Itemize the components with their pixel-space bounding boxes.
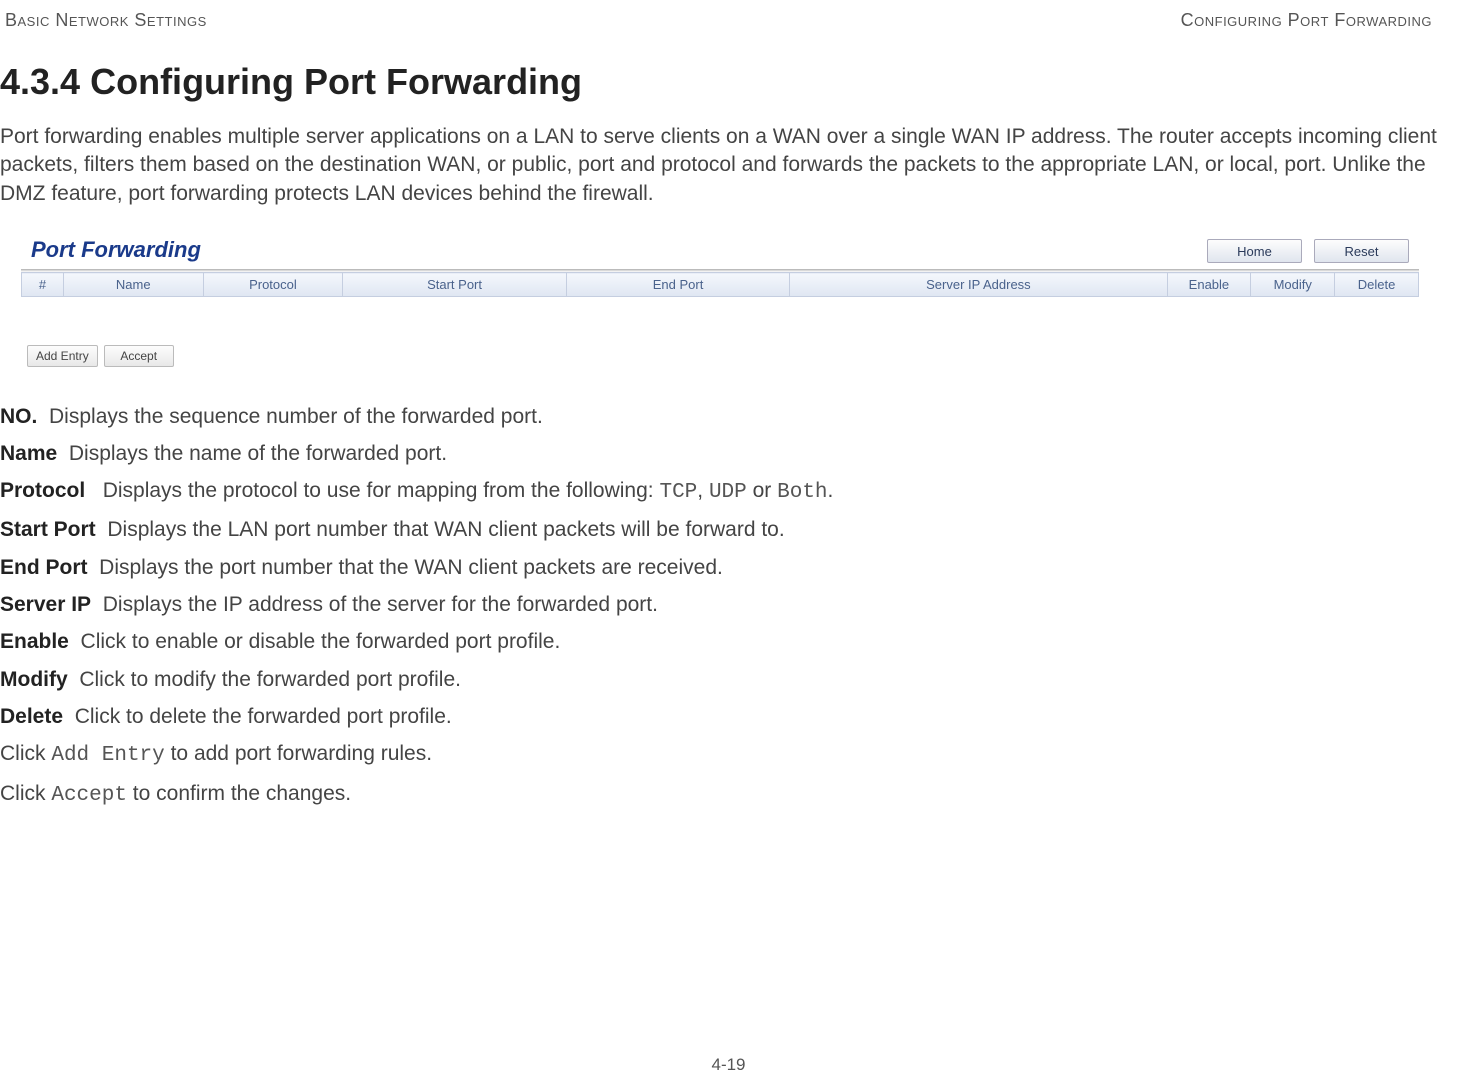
def-no: NO. Displays the sequence number of the … <box>0 403 1437 430</box>
mono: Add Entry <box>51 744 164 767</box>
ui-top-buttons: Home Reset <box>1207 239 1409 263</box>
col-enable: Enable <box>1167 273 1251 297</box>
section-heading: Configuring Port Forwarding <box>90 61 582 102</box>
def-term: Protocol <box>0 479 85 502</box>
page-header: Basic Network Settings Configuring Port … <box>0 10 1437 31</box>
def-delete: Delete Click to delete the forwarded por… <box>0 703 1437 730</box>
def-start-port: Start Port Displays the LAN port number … <box>0 516 1437 543</box>
sep: , <box>697 479 709 502</box>
section-number: 4.3.4 <box>0 61 80 102</box>
def-server-ip: Server IP Displays the IP address of the… <box>0 591 1437 618</box>
page-number: 4-19 <box>711 1055 745 1075</box>
def-term: Modify <box>0 668 68 691</box>
col-protocol: Protocol <box>203 273 343 297</box>
intro-paragraph: Port forwarding enables multiple server … <box>0 123 1437 208</box>
col-name: Name <box>63 273 203 297</box>
ui-header: Port Forwarding Home Reset <box>21 229 1419 269</box>
def-desc: Displays the name of the forwarded port. <box>69 442 447 465</box>
reset-button[interactable]: Reset <box>1314 239 1409 263</box>
def-end-port: End Port Displays the port number that t… <box>0 554 1437 581</box>
field-definitions: NO. Displays the sequence number of the … <box>0 403 1437 809</box>
add-entry-button[interactable]: Add Entry <box>27 345 98 367</box>
accept-button[interactable]: Accept <box>104 345 174 367</box>
def-term: Name <box>0 442 57 465</box>
sep: or <box>747 479 777 502</box>
def-name: Name Displays the name of the forwarded … <box>0 440 1437 467</box>
table-header-row: # Name Protocol Start Port End Port Serv… <box>22 273 1419 297</box>
def-desc: Displays the protocol to use for mapping… <box>103 479 660 502</box>
def-protocol: Protocol Displays the protocol to use fo… <box>0 477 1437 506</box>
def-desc: Displays the LAN port number that WAN cl… <box>107 518 784 541</box>
def-term: Server IP <box>0 593 91 616</box>
def-term: Enable <box>0 630 69 653</box>
proto-both: Both <box>777 481 827 504</box>
def-modify: Modify Click to modify the forwarded por… <box>0 666 1437 693</box>
col-ip: Server IP Address <box>790 273 1167 297</box>
mono: Accept <box>51 784 127 807</box>
def-desc: Click to delete the forwarded port profi… <box>75 705 452 728</box>
def-term: Delete <box>0 705 63 728</box>
def-term: End Port <box>0 556 88 579</box>
ui-title: Port Forwarding <box>31 237 201 263</box>
port-forwarding-ui: Port Forwarding Home Reset # Name Protoc… <box>20 228 1420 378</box>
port-forwarding-table: # Name Protocol Start Port End Port Serv… <box>21 272 1419 337</box>
col-start: Start Port <box>343 273 567 297</box>
section-title: 4.3.4 Configuring Port Forwarding <box>0 61 1437 103</box>
tail: . <box>828 479 834 502</box>
header-left: Basic Network Settings <box>5 10 207 31</box>
proto-tcp: TCP <box>659 481 697 504</box>
action-accept: Click Accept to confirm the changes. <box>0 780 1437 809</box>
col-modify: Modify <box>1251 273 1335 297</box>
post: to confirm the changes. <box>127 782 351 805</box>
post: to add port forwarding rules. <box>165 742 432 765</box>
def-desc: Displays the IP address of the server fo… <box>103 593 658 616</box>
def-term: Start Port <box>0 518 96 541</box>
ui-footer: Add Entry Accept <box>21 337 1419 377</box>
col-delete: Delete <box>1335 273 1419 297</box>
proto-udp: UDP <box>709 481 747 504</box>
pre: Click <box>0 782 51 805</box>
action-add-entry: Click Add Entry to add port forwarding r… <box>0 740 1437 769</box>
home-button[interactable]: Home <box>1207 239 1302 263</box>
def-enable: Enable Click to enable or disable the fo… <box>0 628 1437 655</box>
col-end: End Port <box>566 273 790 297</box>
def-desc: Displays the sequence number of the forw… <box>49 405 543 428</box>
table-empty-row <box>22 297 1419 337</box>
def-desc: Displays the port number that the WAN cl… <box>99 556 723 579</box>
def-desc: Click to modify the forwarded port profi… <box>79 668 461 691</box>
header-right: Configuring Port Forwarding <box>1181 10 1432 31</box>
pre: Click <box>0 742 51 765</box>
def-desc: Click to enable or disable the forwarded… <box>81 630 561 653</box>
def-term: NO. <box>0 405 37 428</box>
col-number: # <box>22 273 64 297</box>
